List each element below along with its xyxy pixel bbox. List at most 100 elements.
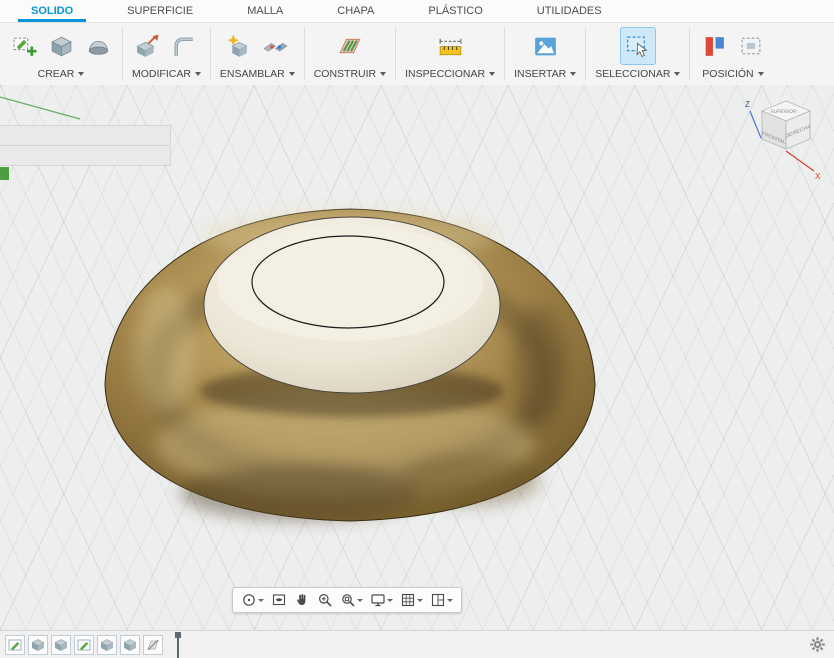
group-label: SELECCIONAR	[595, 68, 671, 80]
orbit-icon	[243, 594, 255, 606]
chevron-down-icon	[357, 598, 363, 602]
chevron-down-icon	[570, 72, 577, 76]
model-canvas	[0, 96, 596, 522]
look-at-icon	[272, 594, 286, 606]
viewcube-top-label: SUPERIOR	[770, 109, 798, 115]
fusion-app-window: SOLIDO SUPERFICIE MALLA CHAPA PLÁSTICO U…	[0, 0, 834, 658]
suppressed-feature-icon	[147, 639, 159, 650]
gear-icon	[810, 637, 825, 652]
create-sketch-button[interactable]	[7, 28, 41, 64]
toolbar-group-crear: CREAR	[0, 23, 122, 85]
body-white-dome[interactable]	[203, 216, 501, 394]
tab-solido[interactable]: SOLIDO	[4, 0, 100, 22]
chevron-down-icon	[417, 598, 423, 602]
tab-malla[interactable]: MALLA	[220, 0, 310, 22]
press-pull-icon	[136, 34, 159, 57]
pan-icon	[297, 594, 306, 605]
timeline-playhead[interactable]	[175, 631, 181, 658]
extrude-button[interactable]	[44, 28, 78, 64]
capture-position-button[interactable]	[697, 28, 731, 64]
tab-plastico[interactable]: PLÁSTICO	[401, 0, 509, 22]
revolve-icon	[88, 40, 108, 55]
inspeccionar-menu[interactable]: INSPECCIONAR	[403, 66, 497, 84]
fillet-button[interactable]	[168, 28, 202, 64]
browser-panel-row[interactable]	[0, 145, 171, 166]
zoom-button[interactable]	[314, 590, 336, 610]
toolbar-group-construir: CONSTRUIR	[305, 23, 395, 85]
toolbar-group-ensamblar: ENSAMBLAR	[211, 23, 304, 85]
x-axis-line	[785, 150, 815, 172]
construir-menu[interactable]: CONSTRUIR	[312, 66, 388, 84]
chevron-down-icon	[258, 598, 264, 602]
insert-image-button[interactable]	[528, 28, 562, 64]
timeline-feature-sketch[interactable]	[74, 634, 94, 655]
select-button[interactable]	[619, 27, 656, 65]
viewports-icon	[431, 593, 445, 607]
chevron-down-icon	[447, 598, 453, 602]
chevron-down-icon	[78, 72, 85, 76]
construction-plane-button[interactable]	[333, 28, 367, 64]
pan-button[interactable]	[291, 590, 313, 610]
revert-position-button[interactable]	[734, 28, 768, 64]
measure-button[interactable]	[433, 28, 467, 64]
timeline-feature-sketch[interactable]	[5, 634, 25, 655]
group-label: MODIFICAR	[132, 68, 191, 80]
chevron-down-icon	[288, 72, 295, 76]
timeline-features	[5, 634, 163, 655]
crear-menu[interactable]: CREAR	[7, 66, 115, 84]
extrude-icon	[50, 36, 72, 57]
insertar-menu[interactable]: INSERTAR	[512, 66, 578, 84]
chevron-down-icon	[489, 72, 496, 76]
z-axis-line	[749, 110, 762, 139]
seleccionar-menu[interactable]: SELECCIONAR	[593, 66, 682, 84]
orbit-button[interactable]	[238, 590, 267, 610]
measure-icon	[439, 38, 461, 55]
new-component-button[interactable]	[222, 28, 256, 64]
ensamblar-menu[interactable]: ENSAMBLAR	[218, 66, 297, 84]
select-icon	[627, 36, 648, 57]
toolbar-group-posicion: POSICIÓN	[690, 23, 775, 85]
extrude-feature-icon	[54, 638, 68, 651]
display-settings-icon	[371, 594, 385, 607]
toolbar-group-insertar: INSERTAR	[505, 23, 585, 85]
joint-button[interactable]	[259, 28, 293, 64]
revert-position-icon	[741, 37, 761, 54]
navigation-bar	[232, 587, 462, 613]
grid-display-icon	[401, 593, 415, 607]
joint-icon	[263, 42, 288, 52]
timeline-feature-suppressed[interactable]	[143, 634, 163, 655]
timeline-feature-extrude[interactable]	[28, 634, 48, 655]
settings-gear-button[interactable]	[809, 636, 826, 653]
zoom-fit-button[interactable]	[337, 590, 366, 610]
tab-utilidades[interactable]: UTILIDADES	[510, 0, 629, 22]
browser-panel-row[interactable]	[0, 125, 171, 146]
tab-chapa[interactable]: CHAPA	[310, 0, 401, 22]
modificar-menu[interactable]: MODIFICAR	[130, 66, 203, 84]
zoom-icon	[319, 594, 332, 607]
display-settings-button[interactable]	[367, 590, 396, 610]
sketch-feature-icon	[8, 639, 22, 650]
timeline-feature-extrude[interactable]	[120, 634, 140, 655]
press-pull-button[interactable]	[131, 28, 165, 64]
chevron-down-icon	[194, 72, 201, 76]
look-at-button[interactable]	[268, 590, 290, 610]
tab-superficie[interactable]: SUPERFICIE	[100, 0, 220, 22]
grid-display-button[interactable]	[397, 590, 426, 610]
revolve-button[interactable]	[81, 28, 115, 64]
y-axis-line	[0, 96, 81, 120]
timeline-bar	[0, 630, 834, 658]
viewports-button[interactable]	[427, 590, 456, 610]
extrude-feature-icon	[123, 638, 137, 651]
chevron-down-icon	[757, 72, 764, 76]
sketch-feature-icon	[77, 639, 91, 650]
view-cube[interactable]: SUPERIOR FRONTAL DERECHA Z X	[728, 93, 828, 185]
new-component-icon	[227, 34, 248, 57]
timeline-feature-extrude[interactable]	[51, 634, 71, 655]
posicion-menu[interactable]: POSICIÓN	[697, 66, 768, 84]
group-label: INSERTAR	[514, 68, 567, 80]
create-sketch-icon	[13, 37, 36, 56]
extrude-feature-icon	[100, 638, 114, 651]
timeline-feature-extrude[interactable]	[97, 634, 117, 655]
viewport-3d[interactable]: SUPERIOR FRONTAL DERECHA Z X	[0, 85, 834, 630]
x-axis-label: X	[815, 172, 821, 181]
